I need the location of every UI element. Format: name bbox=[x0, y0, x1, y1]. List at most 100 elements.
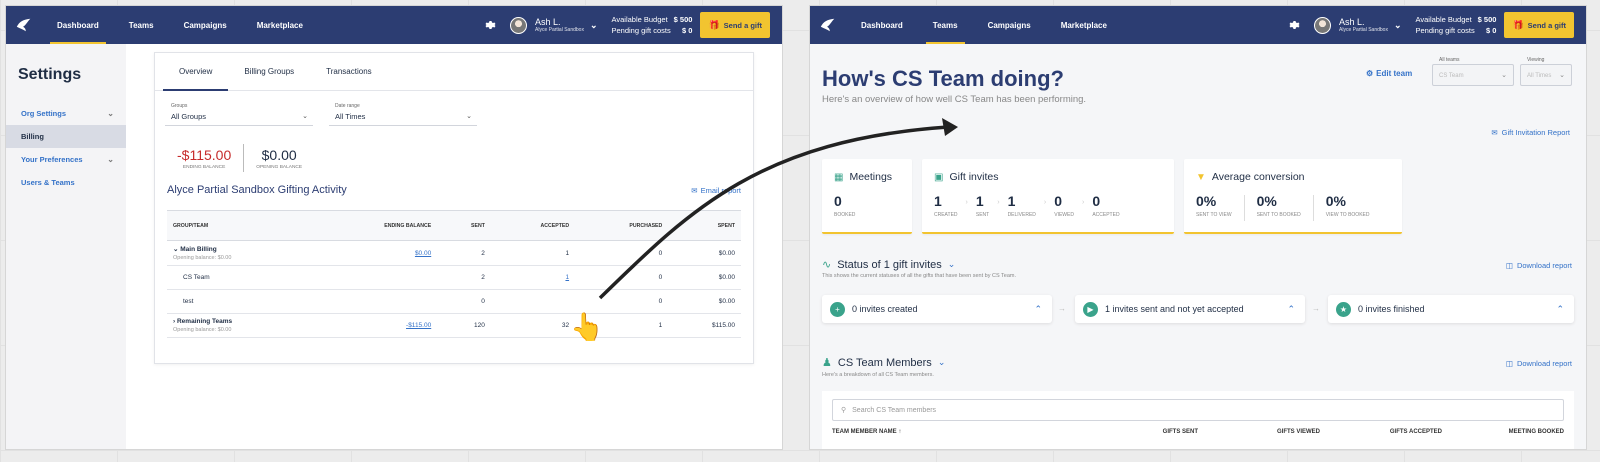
status-title[interactable]: ∿ Status of 1 gift invites ⌄ bbox=[822, 258, 955, 272]
chevron-up-icon[interactable]: ⌃ bbox=[1556, 304, 1564, 315]
arrow-right-icon: → bbox=[1058, 304, 1066, 313]
chevron-up-icon[interactable]: ⌃ bbox=[1034, 304, 1042, 315]
star-icon: ★ bbox=[1336, 301, 1351, 317]
col-header[interactable]: SPENT bbox=[668, 210, 741, 241]
status-step-sent[interactable]: ▶ 1 invites sent and not yet accepted ⌃ bbox=[1075, 295, 1305, 323]
ending-balance: -$115.00 ENDING BALANCE bbox=[177, 146, 232, 170]
nav-teams[interactable]: Teams bbox=[114, 6, 169, 44]
col-header[interactable]: ENDING BALANCE bbox=[314, 210, 438, 241]
tab-transactions[interactable]: Transactions bbox=[310, 53, 388, 90]
divider bbox=[1312, 195, 1314, 221]
page-title: Settings bbox=[18, 66, 82, 83]
nav-marketplace[interactable]: Marketplace bbox=[1046, 6, 1122, 44]
conversion-card: ▼ Average conversion 0% SENT TO VIEW 0% SEN… bbox=[1184, 159, 1402, 234]
nav-marketplace[interactable]: Marketplace bbox=[242, 6, 318, 44]
col-header[interactable]: GIFTS ACCEPTED bbox=[1320, 429, 1442, 435]
nav-teams[interactable]: Teams bbox=[918, 6, 973, 44]
sidebar-item-billing[interactable]: Billing bbox=[6, 125, 126, 148]
status-description: This shows the current statuses of all t… bbox=[822, 273, 1017, 279]
budget-info: Available Budget $ 500 Pending gift costs… bbox=[611, 15, 693, 35]
billing-screen: Dashboard Teams Campaigns Marketplace As… bbox=[6, 6, 782, 449]
col-header[interactable]: TEAM MEMBER NAME ↑ bbox=[832, 429, 1076, 435]
send-gift-button[interactable]: 🎁 Send a gift bbox=[1504, 12, 1574, 38]
col-header[interactable]: PURCHASED bbox=[575, 210, 669, 241]
avatar[interactable] bbox=[510, 16, 528, 34]
avatar[interactable] bbox=[1314, 16, 1332, 34]
user-name: Ash L. bbox=[1339, 17, 1365, 27]
logo-icon[interactable] bbox=[810, 16, 846, 34]
col-header[interactable]: SENT bbox=[437, 210, 491, 241]
chevron-down-icon: ⌄ bbox=[1559, 72, 1565, 79]
chevron-down-icon: ⌄ bbox=[302, 113, 308, 120]
sidebar-item-org-settings[interactable]: Org Settings ⌄ bbox=[6, 102, 126, 125]
gift-icon: ▣ bbox=[934, 171, 944, 183]
chevron-right-icon: › bbox=[1043, 199, 1047, 206]
ending-balance-link[interactable]: $0.00 bbox=[415, 250, 431, 257]
divider bbox=[243, 144, 245, 172]
file-icon: ◫ bbox=[1505, 359, 1513, 368]
col-header[interactable]: GIFTS SENT bbox=[1076, 429, 1198, 435]
page-subtitle: Here's an overview of how well CS Team h… bbox=[822, 94, 1087, 105]
calendar-icon: ▦ bbox=[834, 171, 844, 183]
search-input[interactable]: ⚲ Search CS Team members bbox=[832, 399, 1564, 421]
members-table: ⚲ Search CS Team members TEAM MEMBER NAME… bbox=[822, 391, 1574, 449]
plus-icon: + bbox=[830, 301, 845, 317]
status-step-created[interactable]: +0 invites created ⌃ bbox=[822, 295, 1052, 323]
gift-invitation-report-link[interactable]: ✉ Gift Invitation Report bbox=[1491, 128, 1570, 137]
edit-team-link[interactable]: ⚙ Edit team bbox=[1366, 69, 1412, 78]
mail-icon: ✉ bbox=[1491, 128, 1498, 137]
col-header[interactable]: MEETING BOOKED bbox=[1442, 429, 1564, 435]
nav-campaigns[interactable]: Campaigns bbox=[973, 6, 1046, 44]
table-row: › Remaining Teams Opening balance: $0.00 … bbox=[167, 313, 741, 338]
col-header[interactable]: ACCEPTED bbox=[490, 210, 576, 241]
top-nav: Dashboard Teams Campaigns Marketplace As… bbox=[6, 6, 782, 44]
sidebar-item-preferences[interactable]: Your Preferences ⌄ bbox=[6, 148, 126, 171]
funnel-icon: ▼ bbox=[1196, 171, 1206, 183]
date-range-select[interactable]: Date range All Times ⌄ bbox=[329, 101, 477, 126]
chevron-down-icon: ⌄ bbox=[107, 109, 114, 118]
activity-title: Alyce Partial Sandbox Gifting Activity bbox=[167, 184, 347, 196]
mail-icon: ✉ bbox=[691, 185, 698, 195]
download-members-report-link[interactable]: ◫ Download report bbox=[1506, 359, 1572, 368]
nav-dashboard[interactable]: Dashboard bbox=[846, 6, 918, 44]
gift-invites-card: ▣ Gift invites 1 CREATED › 1 SENT › 1 DELIVE… bbox=[922, 159, 1174, 234]
sidebar-item-users-teams[interactable]: Users & Teams bbox=[6, 171, 126, 194]
gear-icon: ⚙ bbox=[1366, 69, 1374, 78]
table-row: CS Team 2 1 0 $0.00 bbox=[167, 265, 741, 290]
gift-icon: 🎁 bbox=[1512, 19, 1524, 30]
download-status-report-link[interactable]: ◫ Download report bbox=[1506, 261, 1572, 270]
meetings-card: ▦ Meetings 0 BOOKED bbox=[822, 159, 912, 234]
chevron-down-icon[interactable]: ⌄ bbox=[590, 20, 598, 31]
tab-overview[interactable]: Overview bbox=[163, 53, 229, 91]
chevron-down-icon: ⌄ bbox=[107, 155, 114, 164]
gear-icon[interactable] bbox=[1288, 19, 1300, 31]
status-step-finished[interactable]: ★ 0 invites finished ⌃ bbox=[1328, 295, 1574, 323]
user-org: Alyce Partial Sandbox bbox=[535, 27, 584, 33]
gear-icon[interactable] bbox=[484, 19, 496, 31]
nav-dashboard[interactable]: Dashboard bbox=[42, 6, 114, 44]
col-header[interactable]: GIFTS VIEWED bbox=[1198, 429, 1320, 435]
chevron-up-icon[interactable]: ⌃ bbox=[1287, 304, 1295, 315]
truck-icon: ▶ bbox=[1083, 301, 1098, 317]
pulse-icon: ∿ bbox=[822, 259, 832, 271]
send-gift-button[interactable]: 🎁 Send a gift bbox=[700, 12, 770, 38]
viewing-select[interactable]: Viewing All Times ⌄ bbox=[1520, 57, 1572, 86]
email-report-link[interactable]: ✉ Email report bbox=[691, 186, 741, 195]
groups-select[interactable]: Groups All Groups ⌄ bbox=[165, 101, 313, 126]
cs-team-accepted-link[interactable]: 1 bbox=[565, 274, 569, 281]
col-header[interactable]: GROUP/TEAM bbox=[167, 210, 315, 241]
file-icon: ◫ bbox=[1505, 261, 1513, 270]
chevron-down-icon[interactable]: ⌄ bbox=[1394, 20, 1402, 31]
billing-card: Overview Billing Groups Transactions Gro… bbox=[154, 52, 754, 364]
chevron-down-icon: ⌄ bbox=[1501, 72, 1507, 79]
nav-campaigns[interactable]: Campaigns bbox=[169, 6, 242, 44]
table-row: ⌄ Main Billing Opening balance: $0.00 $0.… bbox=[167, 240, 741, 266]
ending-balance-link[interactable]: -$115.00 bbox=[406, 322, 431, 329]
logo-icon[interactable] bbox=[6, 16, 42, 34]
tab-billing-groups[interactable]: Billing Groups bbox=[228, 53, 310, 90]
team-select[interactable]: All teams CS Team ⌄ bbox=[1432, 57, 1514, 86]
opening-balance: $0.00 OPENING BALANCE bbox=[256, 146, 303, 170]
members-title[interactable]: ♟ CS Team Members ⌄ bbox=[822, 356, 945, 370]
chevron-down-icon: ⌄ bbox=[466, 113, 472, 120]
pointer-hand-icon: 👆 bbox=[570, 312, 604, 342]
